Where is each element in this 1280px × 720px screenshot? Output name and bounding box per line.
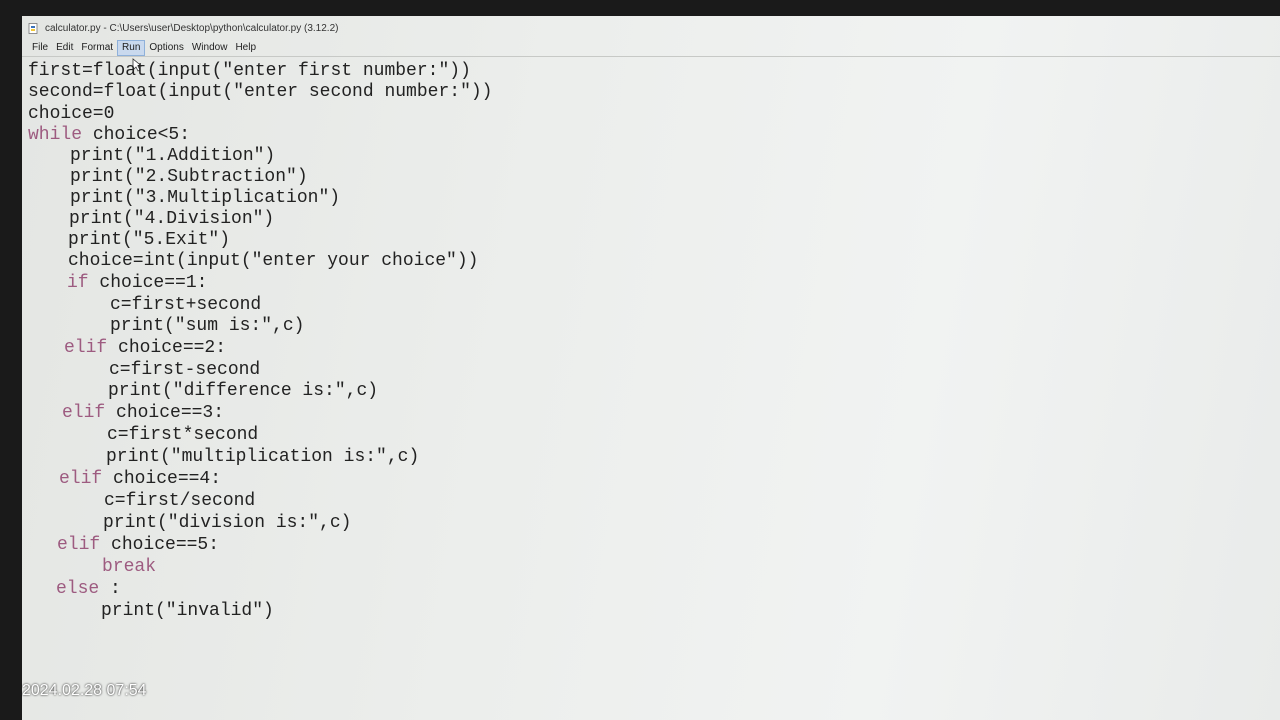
code-line[interactable]: choice=int(input("enter your choice")) <box>68 250 478 272</box>
code-line[interactable]: second=float(input("enter second number:… <box>28 81 492 103</box>
code-line[interactable]: print("division is:",c) <box>103 512 351 534</box>
code-line[interactable]: choice=0 <box>28 103 114 125</box>
menu-window[interactable]: Window <box>188 41 232 55</box>
code-keyword: elif <box>62 403 106 423</box>
code-line[interactable]: elif choice==5: <box>57 534 219 556</box>
menu-file[interactable]: File <box>28 41 52 55</box>
python-file-icon <box>28 22 39 34</box>
code-line[interactable]: c=first-second <box>109 359 260 381</box>
code-text: : <box>99 579 121 599</box>
menu-bar: File Edit Format Run Options Window Help <box>22 40 1280 57</box>
code-line[interactable]: break <box>102 556 156 578</box>
menu-run[interactable]: Run <box>117 40 146 56</box>
code-line[interactable]: c=first*second <box>107 424 258 446</box>
code-line[interactable]: print("multiplication is:",c) <box>106 446 419 468</box>
code-line[interactable]: c=first+second <box>110 294 261 316</box>
code-line[interactable]: if choice==1: <box>67 272 207 294</box>
code-line[interactable]: print("3.Multiplication") <box>70 187 340 209</box>
title-bar: calculator.py - C:\Users\user\Desktop\py… <box>22 16 1280 40</box>
code-keyword: if <box>67 273 89 293</box>
code-line[interactable]: print("difference is:",c) <box>108 380 378 402</box>
code-keyword: else <box>56 579 100 599</box>
photo-timestamp: 2024.02.28 07:54 <box>22 682 147 699</box>
code-text: choice==4: <box>102 469 222 489</box>
code-line[interactable]: c=first/second <box>104 490 255 512</box>
code-keyword: elif <box>57 535 101 555</box>
code-line[interactable]: elif choice==4: <box>59 468 221 490</box>
code-line[interactable]: else : <box>56 578 121 600</box>
code-text: choice<5: <box>82 125 191 145</box>
window-title: calculator.py - C:\Users\user\Desktop\py… <box>45 22 339 34</box>
code-line[interactable]: print("4.Division") <box>69 208 274 230</box>
code-text: choice==5: <box>100 535 220 555</box>
menu-help[interactable]: Help <box>231 41 260 55</box>
code-line[interactable]: print("2.Subtraction") <box>70 166 308 188</box>
code-text: choice==2: <box>107 338 227 358</box>
code-editor[interactable]: first=float(input("enter first number:")… <box>28 60 1280 720</box>
code-line[interactable]: print("invalid") <box>101 600 274 622</box>
menu-options[interactable]: Options <box>145 41 187 55</box>
code-keyword: elif <box>64 338 108 358</box>
code-text: choice==1: <box>88 273 208 293</box>
code-line[interactable]: elif choice==3: <box>62 402 224 424</box>
idle-editor-window: calculator.py - C:\Users\user\Desktop\py… <box>22 16 1280 720</box>
code-keyword: elif <box>59 469 103 489</box>
code-text: choice==3: <box>105 403 225 423</box>
code-line[interactable]: print("sum is:",c) <box>110 315 304 337</box>
code-keyword: break <box>102 557 157 577</box>
code-line[interactable]: first=float(input("enter first number:")… <box>28 60 471 82</box>
code-keyword: while <box>28 125 83 145</box>
menu-edit[interactable]: Edit <box>52 41 77 55</box>
code-line[interactable]: while choice<5: <box>28 124 190 146</box>
code-line[interactable]: elif choice==2: <box>64 337 226 359</box>
code-line[interactable]: print("5.Exit") <box>68 229 230 251</box>
menu-format[interactable]: Format <box>77 41 117 55</box>
code-line[interactable]: print("1.Addition") <box>70 145 275 167</box>
